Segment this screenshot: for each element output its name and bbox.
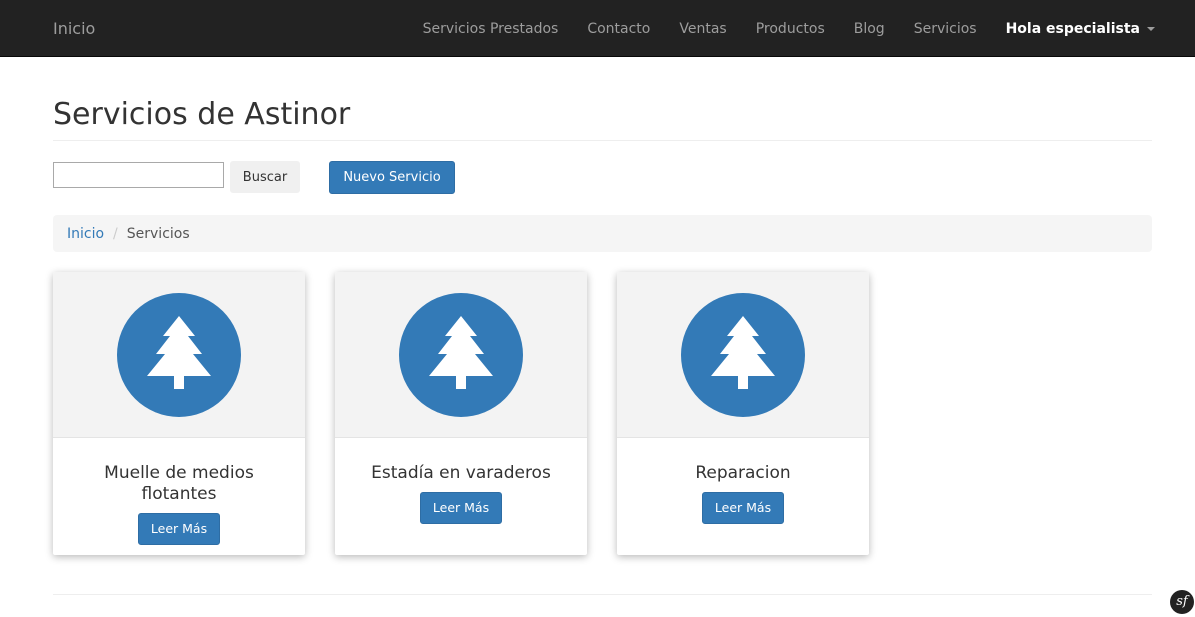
card-body: Muelle de medios flotantes Leer Más: [53, 438, 305, 555]
service-card: Estadía en varaderos Leer Más: [335, 272, 587, 555]
new-service-button[interactable]: Nuevo Servicio: [329, 161, 455, 194]
tree-icon: [711, 316, 775, 389]
nav-link-productos[interactable]: Productos: [756, 21, 825, 37]
read-more-button[interactable]: Leer Más: [137, 513, 221, 545]
tree-icon: [147, 316, 211, 389]
card-media: [335, 272, 587, 438]
nav-link-blog[interactable]: Blog: [854, 21, 885, 37]
user-dropdown[interactable]: Hola especialista: [1006, 21, 1155, 37]
read-more-button[interactable]: Leer Más: [701, 492, 785, 524]
top-navbar: Inicio Servicios Prestados Contacto Vent…: [0, 0, 1195, 57]
nav-link-ventas[interactable]: Ventas: [679, 21, 726, 37]
page-title: Servicios de Astinor: [53, 97, 351, 132]
breadcrumb: Inicio / Servicios: [53, 215, 1152, 252]
nav-link-contacto[interactable]: Contacto: [587, 21, 650, 37]
card-body: Estadía en varaderos Leer Más: [335, 438, 587, 555]
service-card: Reparacion Leer Más: [617, 272, 869, 555]
caret-down-icon: [1147, 26, 1155, 31]
navbar-links: Servicios Prestados Contacto Ventas Prod…: [394, 0, 1155, 57]
nav-link-servicios[interactable]: Servicios: [914, 21, 977, 37]
card-title: Muelle de medios flotantes: [104, 463, 254, 504]
service-card: Muelle de medios flotantes Leer Más: [53, 272, 305, 555]
tree-icon: [429, 316, 493, 389]
card-title: Estadía en varaderos: [371, 463, 551, 483]
user-dropdown-label: Hola especialista: [1005, 20, 1140, 37]
footer-divider: [53, 594, 1152, 595]
card-title: Reparacion: [695, 463, 791, 483]
card-media: [53, 272, 305, 438]
card-media: [617, 272, 869, 438]
search-input[interactable]: [53, 162, 224, 188]
nav-link-servicios-prestados[interactable]: Servicios Prestados: [423, 21, 559, 37]
breadcrumb-separator: /: [113, 225, 118, 242]
symfony-icon[interactable]: sf: [1170, 590, 1194, 614]
card-icon-circle: [399, 293, 523, 417]
breadcrumb-current: Servicios: [126, 225, 190, 242]
card-icon-circle: [117, 293, 241, 417]
breadcrumb-home-link[interactable]: Inicio: [67, 226, 104, 242]
header-divider: [53, 140, 1152, 141]
navbar-brand[interactable]: Inicio: [53, 0, 95, 57]
read-more-button[interactable]: Leer Más: [419, 492, 503, 524]
card-body: Reparacion Leer Más: [617, 438, 869, 555]
card-icon-circle: [681, 293, 805, 417]
search-button[interactable]: Buscar: [230, 161, 300, 193]
